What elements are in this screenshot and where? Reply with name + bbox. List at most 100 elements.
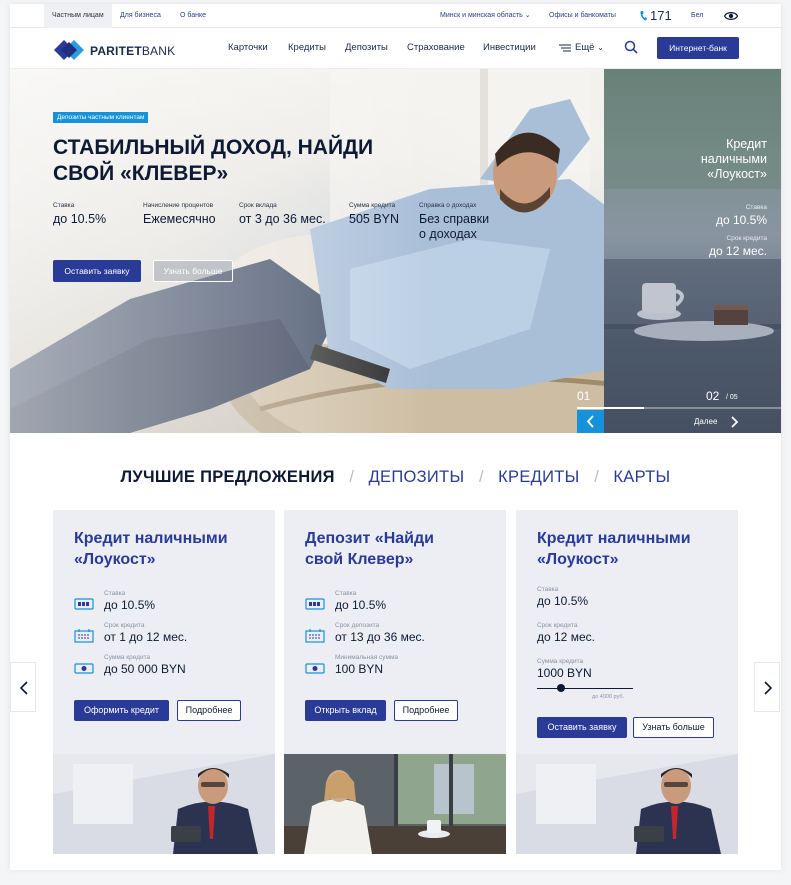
phone-number[interactable]: 171 [650,4,672,28]
slide-progress-track [577,407,781,409]
brand-bold: PARITET [90,44,142,58]
offers-tabs: ЛУЧШИЕ ПРЕДЛОЖЕНИЯ / ДЕПОЗИТЫ / КРЕДИТЫ … [10,468,781,488]
details-button[interactable]: Подробнее [394,700,458,721]
apply-credit-button[interactable]: Оформить кредит [74,700,169,721]
offers-prev-button[interactable] [10,662,36,712]
row-value: до 10.5% [537,594,589,608]
slide-next-label[interactable]: Далее [694,417,717,426]
nav-credits[interactable]: Кредиты [288,42,326,53]
tab-deposits[interactable]: ДЕПОЗИТЫ [369,468,465,487]
row-label: Сумма кредита [537,658,584,665]
logo-mark-icon [54,40,84,60]
stat-label: Срок вклада [239,202,277,209]
brand-rest: BANK [141,44,176,58]
nav-more-label: Ещё [575,42,595,53]
row-label: Минимальная сумма [335,654,399,661]
card-title-line: Кредит наличными [74,530,228,547]
slide-term-value: до 12 мес. [709,244,767,258]
accessibility-eye-icon[interactable] [724,11,738,21]
card-photo-businessman [53,754,275,854]
money-icon [74,598,94,610]
cash-stack-icon [74,663,94,674]
chevron-down-icon: ⌄ [524,12,531,19]
row-label: Сумма кредита [104,654,151,661]
language-switch[interactable]: Бел [691,4,703,28]
chevron-right-icon[interactable] [730,416,738,428]
paritetbank-logo[interactable]: PARITETBANK [52,36,176,64]
hero-text-overlay [10,69,430,433]
offer-card-loan-calculator: Кредит наличными «Лоукост» Ставка до 10.… [516,510,738,854]
tab-cards[interactable]: КАРТЫ [613,468,670,487]
hero-stat-rate: Ставка до 10.5% [53,202,106,227]
calendar-icon [74,629,94,643]
stat-value: Без справки о доходах [419,212,489,242]
details-button[interactable]: Подробнее [177,700,241,721]
region-selector[interactable]: Минск и минская область ⌄ [440,4,531,28]
stat-value: Ежемесячно [143,212,216,226]
slide-title: Кредит наличными «Лоукост» [647,137,767,182]
segment-about[interactable]: О банке [180,4,206,28]
region-label: Минск и минская область [440,12,523,19]
amount-slider-handle[interactable] [557,684,565,692]
slide-prev-button[interactable] [577,410,604,433]
stat-label: Ставка [53,202,75,209]
slide-rate-value: до 10.5% [715,213,767,227]
card-title: Кредит наличными «Лоукост» [74,528,264,570]
nav-investments[interactable]: Инвестиции [483,42,536,53]
slide-title-line: наличными [700,152,767,166]
card-title-line: «Лоукост» [74,551,156,568]
card-title: Депозит «Найди свой Клевер» [305,528,495,570]
slide-rate-label: Ставка [745,204,767,211]
amount-slider-track[interactable] [537,688,633,689]
segment-private[interactable]: Частным лицам [44,4,112,28]
amount-value: 1000 BYN [537,666,592,680]
card-title: Кредит наличными «Лоукост» [537,528,727,570]
internet-bank-button[interactable]: Интернет-банк [657,37,739,59]
row-label: Ставка [537,586,559,593]
stat-value: 505 BYN [349,212,400,226]
apply-button[interactable]: Оставить заявку [537,717,627,738]
stat-value-line: о доходах [419,227,477,241]
chevron-right-icon [764,681,773,695]
offices-link[interactable]: Офисы и банкоматы [549,4,616,28]
hero-apply-button[interactable]: Оставить заявку [53,260,141,282]
open-deposit-button[interactable]: Открыть вклад [305,700,386,721]
tab-credits[interactable]: КРЕДИТЫ [498,468,579,487]
chevron-left-icon [19,681,28,695]
row-value: от 13 до 36 мес. [335,630,425,644]
segment-business[interactable]: Для бизнеса [120,4,161,28]
nav-deposits[interactable]: Депозиты [345,42,388,53]
row-label: Срок кредита [537,622,578,629]
hero-title: СТАБИЛЬНЫЙ ДОХОД, НАЙДИ СВОЙ «КЛЕВЕР» [53,135,413,187]
tab-separator: / [478,468,484,487]
stat-label: Справка о доходах [419,202,477,209]
menu-lines-icon [559,44,571,52]
main-navigation: PARITETBANK Карточки Кредиты Депозиты Ст… [10,28,781,69]
stat-value: от 3 до 36 мес. [239,212,326,226]
tab-separator: / [594,468,599,487]
hero-learn-more-button[interactable]: Узнать больше [153,260,233,282]
row-label: Ставка [335,590,357,597]
page: Частным лицам Для бизнеса О банке Минск … [10,4,781,870]
tab-separator: / [349,468,354,487]
offers-next-button[interactable] [754,662,780,712]
row-label: Ставка [104,590,126,597]
nav-insurance[interactable]: Страхование [407,42,465,53]
tab-best-offers[interactable]: ЛУЧШИЕ ПРЕДЛОЖЕНИЯ [121,468,335,487]
next-slide-preview[interactable]: Кредит наличными «Лоукост» Ставка до 10.… [604,69,781,433]
nav-more[interactable]: Ещё ⌄ [575,42,604,53]
cash-stack-icon [305,663,325,674]
slide-divider [598,69,610,433]
learn-more-button[interactable]: Узнать больше [633,717,714,738]
card-title-line: свой Клевер» [305,551,414,568]
money-icon [305,598,325,610]
card-title-line: «Лоукост» [537,551,619,568]
slide-title-line: Кредит [726,137,767,151]
row-value: до 10.5% [335,598,387,612]
row-value: 100 BYN [335,662,384,676]
hero-title-line: СВОЙ «КЛЕВЕР» [53,162,229,185]
search-icon[interactable] [624,40,638,54]
card-title-line: Депозит «Найди [305,530,434,547]
nav-cards[interactable]: Карточки [228,42,268,53]
row-value: от 1 до 12 мес. [104,630,188,644]
